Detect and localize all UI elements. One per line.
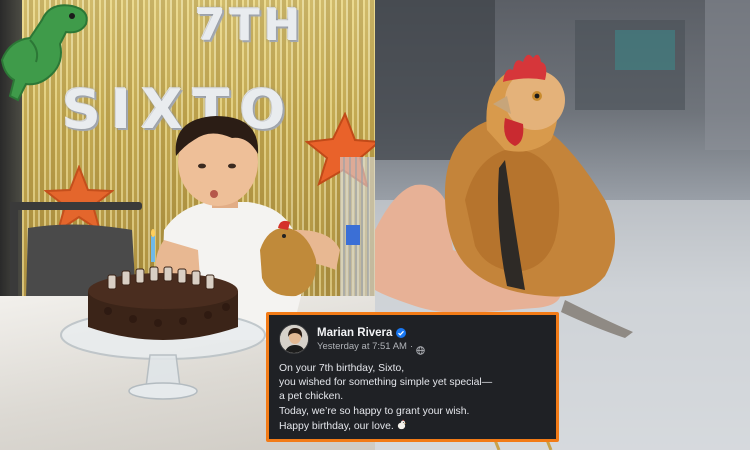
avatar-portrait [280, 325, 308, 353]
post-line-1: On your 7th birthday, Sixto, [279, 363, 405, 374]
post-line-3: a pet chicken. [279, 391, 344, 403]
post-line-2: you wished for something simple yet spec… [279, 377, 493, 389]
separator-dot: · [409, 340, 414, 352]
dinosaur-balloon [0, 4, 88, 102]
post-meta: Marian Rivera Yesterday at 7:51 AM · [317, 327, 425, 355]
post-line-5: Happy birthday, our love. [279, 420, 394, 432]
author-name[interactable]: Marian Rivera [317, 327, 392, 339]
post-line-5-wrap: Happy birthday, our love. [279, 419, 546, 434]
author-row: Marian Rivera [317, 327, 425, 339]
avatar[interactable] [279, 324, 309, 354]
chicken-icon [396, 419, 407, 430]
post-line-4: Today, we’re so happy to grant your wish… [279, 405, 470, 417]
balloon-letters-7th: 7TH [195, 0, 305, 51]
globe-icon [416, 342, 425, 355]
chocolate-cake [60, 266, 266, 400]
post-header: Marian Rivera Yesterday at 7:51 AM · [279, 322, 546, 356]
verified-badge-icon [396, 327, 407, 338]
post-timestamp[interactable]: Yesterday at 7:51 AM [317, 341, 407, 352]
post-message: On your 7th birthday, Sixto, you wished … [279, 362, 546, 434]
facebook-post-card: Marian Rivera Yesterday at 7:51 AM · On [266, 312, 559, 442]
timestamp-row: Yesterday at 7:51 AM · [317, 340, 425, 355]
